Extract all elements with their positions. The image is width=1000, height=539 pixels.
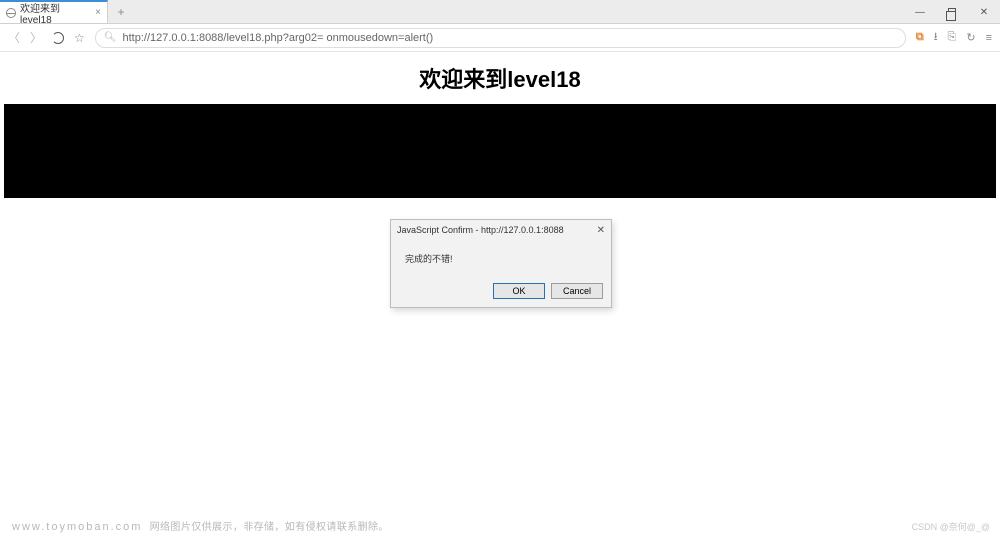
- window-close-button[interactable]: ✕: [968, 0, 1000, 24]
- dialog-title-text: JavaScript Confirm - http://127.0.0.1:80…: [397, 225, 564, 235]
- minimize-button[interactable]: —: [904, 0, 936, 24]
- footer-disclaimer: www.toymoban.com 网络图片仅供展示，非存储，如有侵权请联系删除。: [12, 518, 389, 533]
- extension-icon[interactable]: ⧉: [916, 31, 924, 44]
- forward-button[interactable]: 〉: [30, 29, 42, 46]
- history-icon[interactable]: ↻: [966, 31, 975, 44]
- url-text: http://127.0.0.1:8088/level18.php?arg02=…: [123, 32, 434, 44]
- footer-credit: CSDN @奈何@_@: [912, 520, 990, 533]
- toolbar-right: ⧉ ⭳ ⎘ ↻ ≡: [916, 28, 992, 47]
- restore-icon: [948, 8, 956, 16]
- download-icon[interactable]: ⭳: [934, 28, 938, 47]
- window-controls: — ✕: [904, 0, 1000, 24]
- screenshot-icon[interactable]: ⎘: [948, 31, 957, 44]
- confirm-dialog: JavaScript Confirm - http://127.0.0.1:80…: [390, 219, 612, 308]
- back-button[interactable]: 〈: [8, 29, 20, 46]
- page-title: 欢迎来到level18: [0, 52, 1000, 100]
- ok-button[interactable]: OK: [493, 283, 545, 299]
- url-input[interactable]: 🔍︎ http://127.0.0.1:8088/level18.php?arg…: [95, 28, 906, 48]
- dialog-message: 完成的不错!: [391, 240, 611, 279]
- footer-domain: www.toymoban.com: [12, 521, 142, 533]
- maximize-button[interactable]: [936, 0, 968, 24]
- tab-title: 欢迎来到level18: [20, 0, 91, 26]
- tab-active[interactable]: 欢迎来到level18 ×: [0, 0, 108, 23]
- new-tab-button[interactable]: +: [108, 0, 134, 23]
- bookmark-star-icon[interactable]: ☆: [74, 31, 85, 45]
- reload-button[interactable]: [52, 32, 64, 44]
- dialog-titlebar: JavaScript Confirm - http://127.0.0.1:80…: [391, 220, 611, 240]
- embedded-object[interactable]: [4, 104, 996, 198]
- tab-bar: 欢迎来到level18 × + — ✕: [0, 0, 1000, 24]
- address-bar: 〈 〉 ☆ 🔍︎ http://127.0.0.1:8088/level18.p…: [0, 24, 1000, 52]
- footer-text: 网络图片仅供展示，非存储，如有侵权请联系删除。: [150, 522, 389, 533]
- globe-icon: [6, 8, 16, 18]
- tab-close-icon[interactable]: ×: [95, 7, 101, 18]
- dialog-buttons: OK Cancel: [391, 279, 611, 307]
- dialog-close-icon[interactable]: ✕: [597, 225, 605, 236]
- cancel-button[interactable]: Cancel: [551, 283, 603, 299]
- menu-icon[interactable]: ≡: [986, 32, 992, 44]
- search-icon: 🔍︎: [104, 32, 117, 43]
